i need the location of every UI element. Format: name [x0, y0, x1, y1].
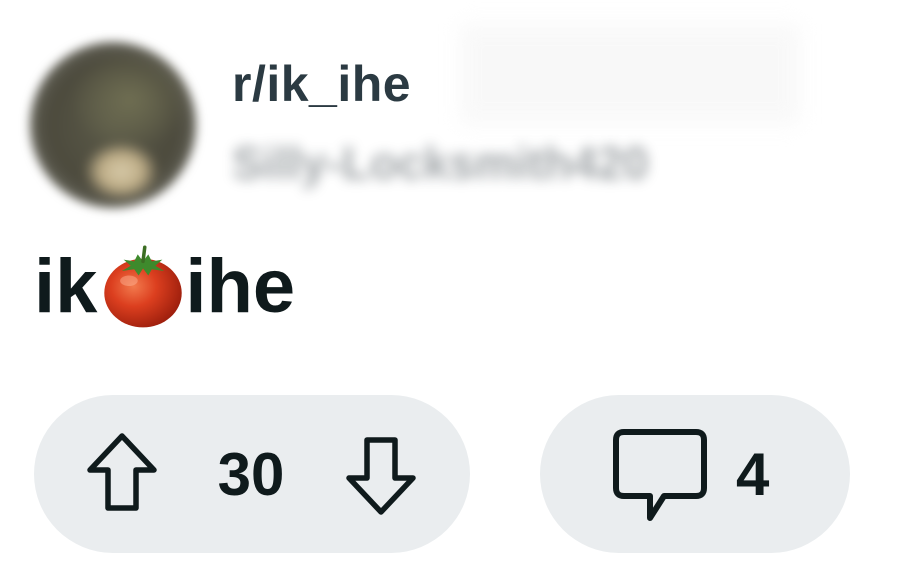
subreddit-name[interactable]: r/ik_ihe: [232, 55, 411, 113]
post-title[interactable]: ik ihe: [34, 236, 295, 336]
tomato-emoji-icon: [99, 242, 187, 330]
post-title-text-end: ihe: [185, 243, 296, 329]
subreddit-avatar[interactable]: [30, 42, 196, 208]
downvote-icon[interactable]: [343, 434, 419, 518]
comment-count: 4: [736, 441, 770, 508]
post-title-text-start: ik: [34, 243, 98, 329]
upvote-icon[interactable]: [84, 430, 160, 514]
blurred-header-area: [460, 24, 800, 124]
post-card[interactable]: r/ik_ihe Silly-Locksmith420 ik ihe 30 4: [0, 0, 908, 582]
vote-count: 30: [217, 441, 285, 508]
speech-bubble-icon[interactable]: [610, 426, 710, 526]
author-username[interactable]: Silly-Locksmith420: [232, 136, 649, 190]
